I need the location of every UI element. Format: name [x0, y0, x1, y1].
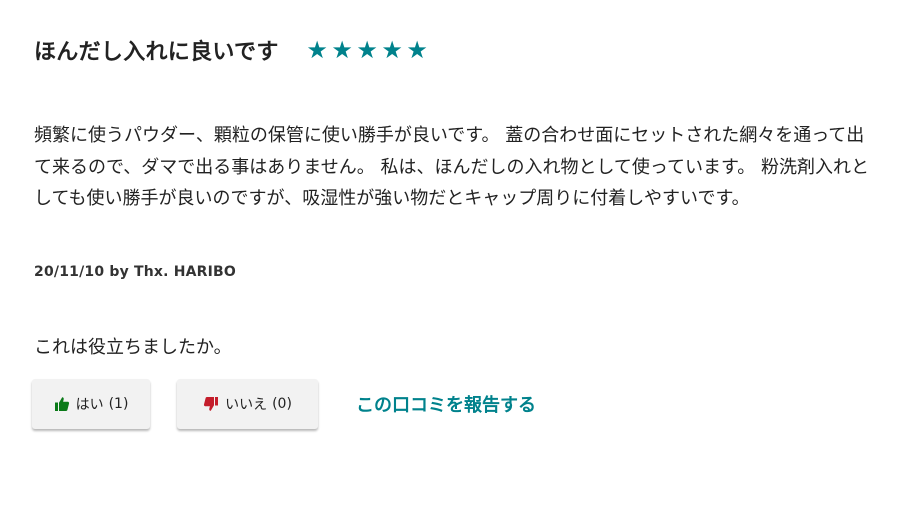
star-icon: ★ [356, 36, 378, 64]
helpful-no-button[interactable]: いいえ (0) [177, 379, 318, 429]
thumbs-down-icon [203, 396, 219, 412]
star-icon: ★ [381, 36, 403, 64]
helpful-no-count: (0) [272, 396, 292, 412]
helpful-no-label: いいえ [225, 397, 268, 413]
review-title: ほんだし入れに良いです [34, 40, 279, 65]
star-rating: ★ ★ ★ ★ ★ [305, 38, 430, 62]
review-meta: 20/11/10 by Thx. HARIBO [34, 264, 237, 280]
review-body: 頻繁に使うパウダー、顆粒の保管に使い勝手が良いです。 蓋の合わせ面にセットされた… [34, 125, 869, 209]
helpful-yes-button[interactable]: はい (1) [32, 379, 150, 429]
thumbs-up-icon [54, 396, 70, 412]
review-header: ほんだし入れに良いです ★ ★ ★ ★ ★ [34, 34, 430, 66]
star-icon: ★ [306, 36, 328, 64]
star-icon: ★ [331, 36, 353, 64]
helpful-yes-count: (1) [108, 396, 129, 412]
star-icon: ★ [406, 36, 428, 64]
report-review-link[interactable]: この口コミを報告する [356, 391, 536, 417]
helpful-yes-label: はい [75, 397, 104, 413]
helpful-question: これは役立ちましたか。 [34, 337, 232, 358]
helpful-actions: はい (1) いいえ (0) この口コミを報告する [32, 379, 536, 429]
